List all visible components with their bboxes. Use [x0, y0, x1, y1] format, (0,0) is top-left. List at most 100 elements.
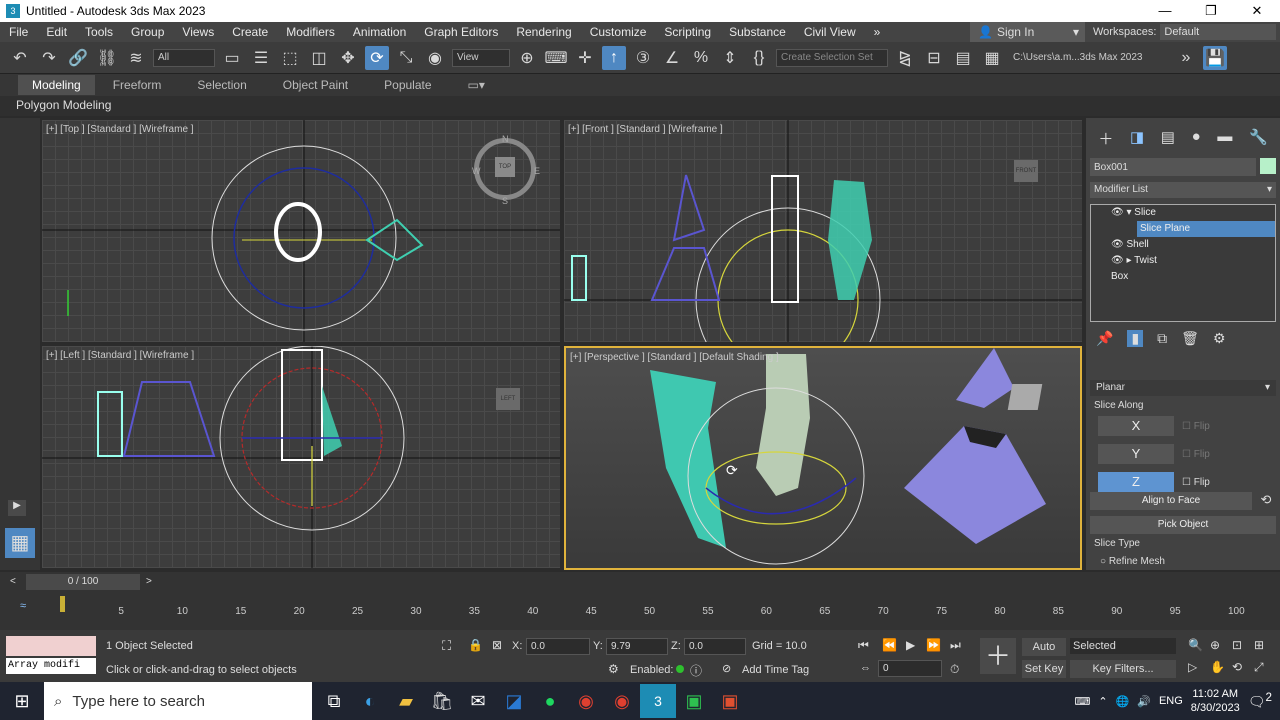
menu-customize[interactable]: Customize [581, 25, 656, 39]
workspaces-dropdown[interactable]: Default [1160, 24, 1276, 40]
modifier-list-dropdown[interactable]: Modifier List ▾ [1090, 182, 1276, 198]
selection-set-dropdown[interactable]: Create Selection Set [776, 48, 888, 67]
edge-icon[interactable]: ◐ [352, 684, 388, 718]
bind-space-warp-icon[interactable]: ≋ [124, 46, 148, 70]
menu-create[interactable]: Create [223, 25, 277, 39]
menu-file[interactable]: File [0, 25, 37, 39]
menu-modifiers[interactable]: Modifiers [277, 25, 344, 39]
scale-icon[interactable]: ⤡ [394, 46, 418, 70]
task-view-icon[interactable]: ⧉ [316, 684, 352, 718]
undo-icon[interactable]: ↶ [8, 46, 32, 70]
key-filters-button[interactable]: Key Filters... [1070, 660, 1176, 678]
x-field[interactable]: 0.0 [526, 638, 590, 655]
viewcube-top[interactable]: TOP [474, 138, 536, 200]
object-name-field[interactable]: Box001 [1090, 158, 1256, 176]
minimize-button[interactable]: — [1142, 3, 1188, 19]
save-icon[interactable]: 💾 [1203, 45, 1227, 70]
flip-x-checkbox[interactable]: ☐ Flip [1182, 421, 1210, 432]
rect-selection-icon[interactable]: ⬚ [278, 46, 302, 70]
axis-y-button[interactable]: Y [1098, 444, 1174, 464]
refresh-icon[interactable]: ⟲ [1256, 492, 1276, 510]
viewcube-perspective[interactable] [1007, 384, 1043, 410]
show-end-result-icon[interactable]: ▮ [1127, 330, 1144, 347]
field-of-view-icon[interactable]: ▷ [1188, 660, 1197, 674]
menu-group[interactable]: Group [122, 25, 173, 39]
rotate-icon[interactable]: ⟳ [365, 45, 389, 70]
adaptive-degradation-icon[interactable]: ⚙ [608, 662, 619, 676]
z-field[interactable]: 0.0 [684, 638, 746, 655]
edit-named-sets-icon[interactable]: {} [747, 46, 771, 70]
select-object-icon[interactable]: ▭ [220, 46, 244, 70]
window-crossing-icon[interactable]: ◫ [307, 46, 331, 70]
mirror-icon[interactable]: ⧎ [893, 46, 917, 70]
motion-tab-icon[interactable]: ● [1192, 128, 1201, 149]
move-icon[interactable]: ✥ [336, 46, 360, 70]
viewcube-front[interactable]: FRONT [1014, 160, 1038, 182]
notifications-icon[interactable]: 🗨2 [1248, 691, 1272, 711]
pick-object-button[interactable]: Pick Object [1090, 516, 1276, 534]
maximize-button[interactable]: ❐ [1188, 3, 1234, 19]
menu-animation[interactable]: Animation [344, 25, 415, 39]
mail-icon[interactable]: ✉ [460, 684, 496, 718]
reference-coord-dropdown[interactable]: View [452, 48, 510, 67]
stack-item-shell[interactable]: 👁 Shell [1091, 237, 1275, 253]
flip-y-checkbox[interactable]: ☐ Flip [1182, 449, 1210, 460]
viewport-perspective[interactable]: [+] [Perspective ] [Standard ] [Default … [564, 346, 1082, 570]
angle-snap-icon[interactable]: ∠ [660, 46, 684, 70]
play-icon[interactable]: ▶ [906, 638, 915, 652]
set-key-big-icon[interactable]: ＋ [980, 638, 1016, 674]
maximize-viewport-icon[interactable]: ⤢ [1254, 660, 1264, 675]
time-slider[interactable]: 0 / 100 [26, 574, 140, 590]
store-icon[interactable]: 🛍 [424, 684, 460, 718]
isolate-icon[interactable]: ⛶ [442, 638, 451, 654]
select-manipulate-icon[interactable]: ↑ [602, 45, 626, 70]
set-key-button[interactable]: Set Key [1022, 660, 1066, 678]
taskbar-search[interactable]: ⌕ Type here to search [44, 682, 312, 720]
recorder-icon[interactable]: ▣ [712, 684, 748, 718]
menu-tools[interactable]: Tools [76, 25, 122, 39]
expand-toolbar-icon[interactable]: » [1174, 46, 1198, 70]
auto-key-button[interactable]: Auto Key [1022, 638, 1066, 671]
time-next-icon[interactable]: > [146, 576, 152, 587]
menu-views[interactable]: Views [173, 25, 223, 39]
object-color-swatch[interactable] [1260, 158, 1276, 174]
axis-x-button[interactable]: X [1098, 416, 1174, 436]
time-config-icon[interactable]: ⏱ [950, 662, 959, 677]
maxscript-input[interactable]: Array modifi [6, 658, 96, 674]
go-to-start-icon[interactable]: ⏮ [858, 638, 869, 653]
camtasia-icon[interactable]: ▣ [676, 684, 712, 718]
orbit-icon[interactable]: ⟲ [1232, 660, 1242, 674]
windows-start-icon[interactable]: ⊞ [0, 684, 44, 718]
current-frame-field[interactable]: 0 [878, 660, 942, 677]
close-button[interactable]: ✕ [1234, 3, 1280, 19]
menu-civil-view[interactable]: Civil View [795, 25, 865, 39]
time-prev-icon[interactable]: < [10, 576, 16, 587]
info-icon[interactable]: ⓘ [690, 662, 702, 679]
menu-graph-editors[interactable]: Graph Editors [415, 25, 507, 39]
pin-stack-icon[interactable]: 📌 [1096, 330, 1113, 347]
stack-item-slice[interactable]: 👁 ▾ Slice [1091, 205, 1275, 221]
tab-freeform[interactable]: Freeform [95, 78, 180, 92]
key-mode-icon[interactable]: ⇔ [860, 662, 871, 674]
curve-editor-icon[interactable]: ≈ [20, 600, 26, 612]
viewport-top-label[interactable]: [+] [Top ] [Standard ] [Wireframe ] [46, 124, 194, 135]
refine-mesh-radio[interactable]: ○ Refine Mesh [1090, 556, 1276, 567]
go-to-end-icon[interactable]: ⏭ [950, 638, 961, 653]
layer-explorer-icon[interactable]: ▤ [951, 46, 975, 70]
slice-mode-dropdown[interactable]: Planar ▾ [1090, 380, 1276, 396]
track-bar[interactable]: 0 5 10 15 20 25 30 35 40 45 50 55 60 65 70 75 80 85 90 95 10… [60, 596, 1245, 626]
keyboard-icon[interactable]: ⌨ [1074, 695, 1090, 708]
file-explorer-icon[interactable]: ▰ [388, 684, 424, 718]
make-unique-icon[interactable]: ⧉ [1157, 330, 1167, 347]
polygon-modeling-panel[interactable]: Polygon Modeling [0, 96, 1280, 116]
link-icon[interactable]: 🔗 [66, 46, 90, 70]
chrome-icon[interactable]: ◉ [568, 684, 604, 718]
flip-z-checkbox[interactable]: ☐ Flip [1182, 477, 1210, 488]
stack-item-box[interactable]: Box [1091, 269, 1275, 285]
absolute-mode-icon[interactable]: ⊠ [492, 638, 502, 652]
display-tab-icon[interactable]: ▬ [1217, 128, 1232, 149]
language-indicator[interactable]: ENG [1159, 695, 1183, 707]
enabled-indicator[interactable] [676, 665, 684, 673]
viewport-front-label[interactable]: [+] [Front ] [Standard ] [Wireframe ] [568, 124, 723, 135]
key-selection-dropdown[interactable]: Selected [1070, 638, 1176, 654]
